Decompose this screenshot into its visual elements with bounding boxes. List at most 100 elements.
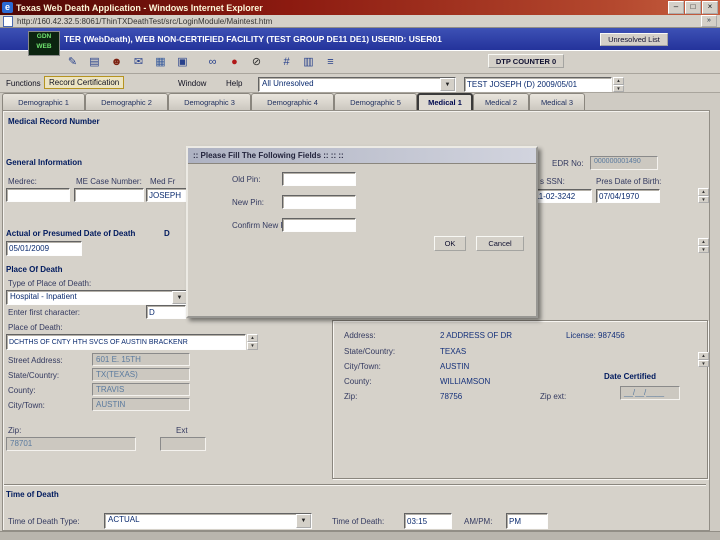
status-bar	[0, 531, 720, 540]
first-character-input[interactable]	[146, 305, 186, 319]
tod-time-label: Time of Death:	[332, 517, 385, 526]
dob-input[interactable]	[596, 189, 660, 203]
cert-state-value: TEXAS	[440, 347, 467, 356]
spin-down-icon[interactable]: ▼	[247, 342, 258, 350]
right-edge-spinner-3[interactable]: ▲ ▼	[698, 352, 709, 367]
time-of-death-header: Time of Death	[6, 490, 59, 499]
address-url[interactable]: http://160.42.32.5:8061/ThinTXDeathTest/…	[17, 17, 701, 26]
old-pin-label: Old Pin:	[232, 175, 261, 184]
date-certified-field: __/__/____	[620, 386, 680, 400]
date-of-death-partial-label: D	[164, 229, 170, 238]
address-bar: http://160.42.32.5:8061/ThinTXDeathTest/…	[0, 15, 720, 28]
mail-icon[interactable]: ✉	[128, 52, 149, 73]
print-icon[interactable]: ▣	[172, 52, 193, 73]
tod-type-dropdown[interactable]: ACTUAL ▼	[104, 513, 312, 529]
tab-medical-3[interactable]: Medical 3	[529, 93, 585, 110]
spin-up-icon[interactable]: ▲	[698, 238, 709, 246]
spin-up-icon[interactable]: ▲	[613, 77, 624, 85]
tab-demographic-5[interactable]: Demographic 5	[334, 93, 417, 110]
tod-ampm-input[interactable]	[506, 513, 548, 529]
go-icon[interactable]: »	[701, 15, 717, 27]
dropdown-arrow-icon[interactable]: ▼	[440, 78, 455, 91]
pod-state-field: TX(TEXAS)	[92, 368, 190, 381]
new-pin-input[interactable]	[282, 195, 356, 209]
street-address-label: Street Address:	[8, 356, 63, 365]
cancel-button[interactable]: Cancel	[476, 236, 524, 251]
tod-time-input[interactable]	[404, 513, 452, 529]
old-pin-input[interactable]	[282, 172, 356, 186]
menu-record-certification[interactable]: Record Certification	[44, 76, 125, 89]
ie-icon: e	[2, 2, 13, 13]
new-pin-label: New Pin:	[232, 198, 265, 207]
pod-city-field: AUSTIN	[92, 398, 190, 411]
document-icon[interactable]: ▤	[84, 52, 105, 73]
pod-city-label: City/Town:	[8, 401, 45, 410]
right-edge-spinner-2[interactable]: ▲ ▼	[698, 238, 709, 253]
tab-demographic-2[interactable]: Demographic 2	[85, 93, 168, 110]
tod-type-label: Time of Death Type:	[8, 517, 80, 526]
menu-functions[interactable]: Functions	[6, 79, 41, 88]
spin-down-icon[interactable]: ▼	[613, 84, 624, 92]
grid-icon[interactable]: ▥	[298, 52, 319, 73]
pod-ext-label: Ext	[176, 426, 188, 435]
stop-icon[interactable]: ⊘	[246, 52, 267, 73]
tab-medical-1[interactable]: Medical 1	[417, 93, 473, 110]
tab-medical-2[interactable]: Medical 2	[473, 93, 529, 110]
spin-up-icon[interactable]: ▲	[247, 334, 258, 342]
place-of-death-spinner[interactable]: ▲ ▼	[247, 334, 258, 350]
dtp-counter-button[interactable]: DTP COUNTER 0	[488, 54, 564, 68]
confirm-new-pin-input[interactable]	[282, 218, 356, 232]
maximize-button[interactable]: □	[685, 1, 701, 14]
spin-down-icon[interactable]: ▼	[698, 245, 709, 253]
unresolved-list-button[interactable]: Unresolved List	[600, 32, 668, 46]
unresolved-filter-dropdown[interactable]: All Unresolved ▼	[258, 77, 456, 92]
date-of-death-input[interactable]	[6, 241, 82, 256]
window-title: Texas Web Death Application - Windows In…	[16, 2, 263, 13]
compose-icon[interactable]: ✎	[62, 52, 83, 73]
cert-address-label: Address:	[344, 331, 376, 340]
user-icon[interactable]: ☻	[106, 52, 127, 73]
dropdown-arrow-icon[interactable]: ▼	[172, 291, 187, 304]
record-icon[interactable]: ●	[224, 52, 245, 73]
place-of-death-input[interactable]	[6, 334, 246, 350]
ok-button[interactable]: OK	[434, 236, 466, 251]
edr-no-field: 000000001490	[590, 156, 658, 170]
place-of-death-label: Place of Death:	[8, 323, 63, 332]
current-record-field[interactable]	[464, 77, 612, 92]
cert-county-label: County:	[344, 377, 372, 386]
close-button[interactable]: ×	[702, 1, 718, 14]
right-edge-spinner-1[interactable]: ▲ ▼	[698, 188, 709, 203]
calculator-icon[interactable]: #	[276, 52, 297, 73]
med-fr-label: Med Fr	[150, 177, 176, 186]
date-certified-label: Date Certified	[604, 372, 657, 381]
minimize-button[interactable]: –	[668, 1, 684, 14]
spin-down-icon[interactable]: ▼	[698, 359, 709, 367]
medrec-input[interactable]	[6, 188, 70, 202]
filter-selected-value: All Unresolved	[262, 79, 314, 88]
spin-up-icon[interactable]: ▲	[698, 352, 709, 360]
app-header: TER (WebDeath), WEB NON-CERTIFIED FACILI…	[0, 28, 720, 50]
menu-help[interactable]: Help	[226, 79, 242, 88]
spin-down-icon[interactable]: ▼	[698, 195, 709, 203]
cert-city-value: AUSTIN	[440, 362, 470, 371]
me-case-number-input[interactable]	[74, 188, 144, 202]
pod-zip-field: 78701	[6, 437, 136, 451]
tab-demographic-1[interactable]: Demographic 1	[2, 93, 85, 110]
toolbar-icons: ✎ ▤ ☻ ✉ ▦ ▣ ∞ ● ⊘ # ▥ ≡	[62, 52, 341, 73]
dob-label: Pres Date of Birth:	[596, 177, 662, 186]
type-of-place-dropdown[interactable]: Hospital - Inpatient ▼	[6, 290, 188, 305]
dropdown-arrow-icon[interactable]: ▼	[296, 514, 311, 528]
general-information-header: General Information	[6, 158, 83, 167]
list-icon[interactable]: ≡	[320, 52, 341, 73]
cert-zip-ext-label: Zip ext:	[540, 392, 567, 401]
binoculars-icon[interactable]: ∞	[202, 52, 223, 73]
cert-state-label: State/Country:	[344, 347, 396, 356]
spin-up-icon[interactable]: ▲	[698, 188, 709, 196]
record-spinner[interactable]: ▲ ▼	[613, 77, 624, 92]
save-icon[interactable]: ▦	[150, 52, 171, 73]
menu-window[interactable]: Window	[178, 79, 206, 88]
page-icon	[3, 15, 13, 27]
tab-demographic-4[interactable]: Demographic 4	[251, 93, 334, 110]
tab-demographic-3[interactable]: Demographic 3	[168, 93, 251, 110]
date-of-death-header: Actual or Presumed Date of Death	[6, 229, 136, 238]
